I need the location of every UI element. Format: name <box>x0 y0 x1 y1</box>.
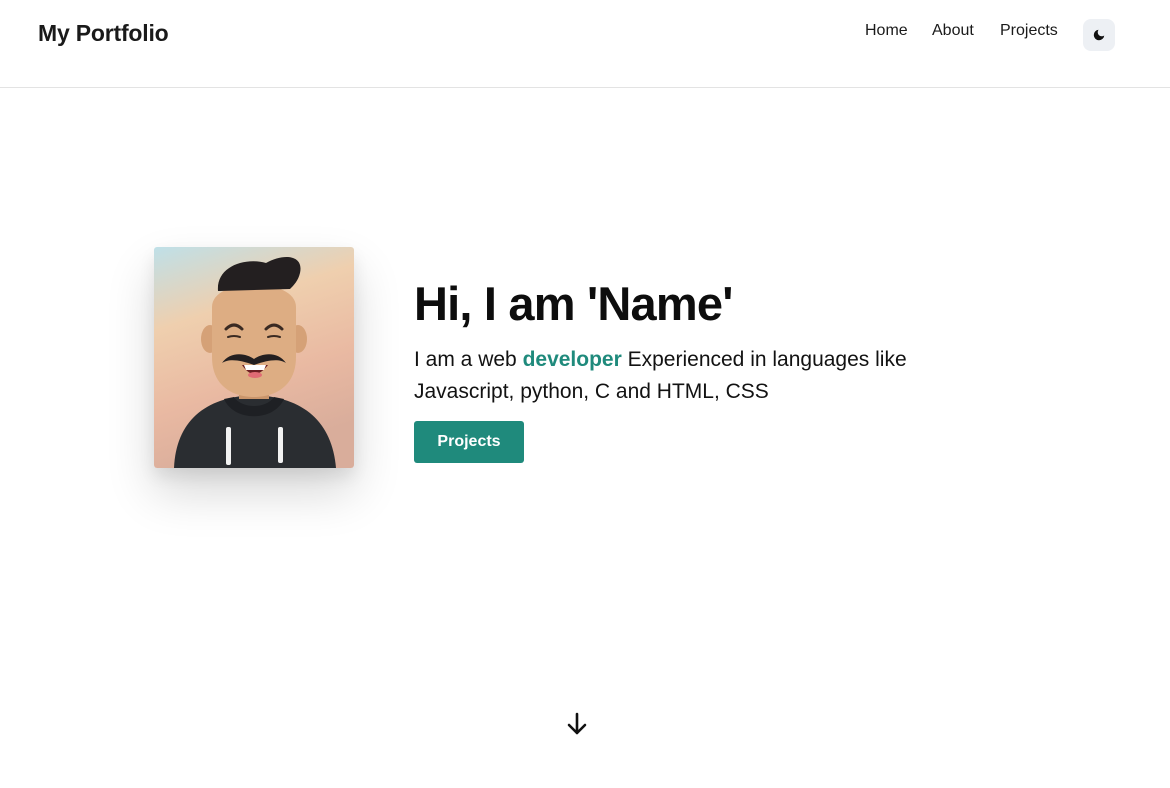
avatar-illustration <box>154 247 354 468</box>
theme-toggle-button[interactable] <box>1083 19 1115 51</box>
brand-logo[interactable]: My Portfolio <box>38 20 169 47</box>
navbar: My Portfolio Home About Projects <box>0 0 1170 88</box>
projects-button[interactable]: Projects <box>414 421 524 463</box>
nav-about-link[interactable]: About <box>932 22 974 40</box>
arrow-down-icon <box>567 712 587 735</box>
avatar <box>154 247 354 468</box>
nav-projects-link[interactable]: Projects <box>1000 22 1058 40</box>
hero-sub-pre: I am a web <box>414 348 523 371</box>
moon-icon <box>1093 29 1105 41</box>
hero-subtitle: I am a web developer Experienced in lang… <box>414 344 974 408</box>
hero-text: Hi, I am 'Name' I am a web developer Exp… <box>414 278 974 408</box>
nav-home-link[interactable]: Home <box>865 22 908 40</box>
hero-title: Hi, I am 'Name' <box>414 277 733 330</box>
hero-sub-accent: developer <box>522 348 622 371</box>
scroll-down-button[interactable] <box>565 711 589 737</box>
